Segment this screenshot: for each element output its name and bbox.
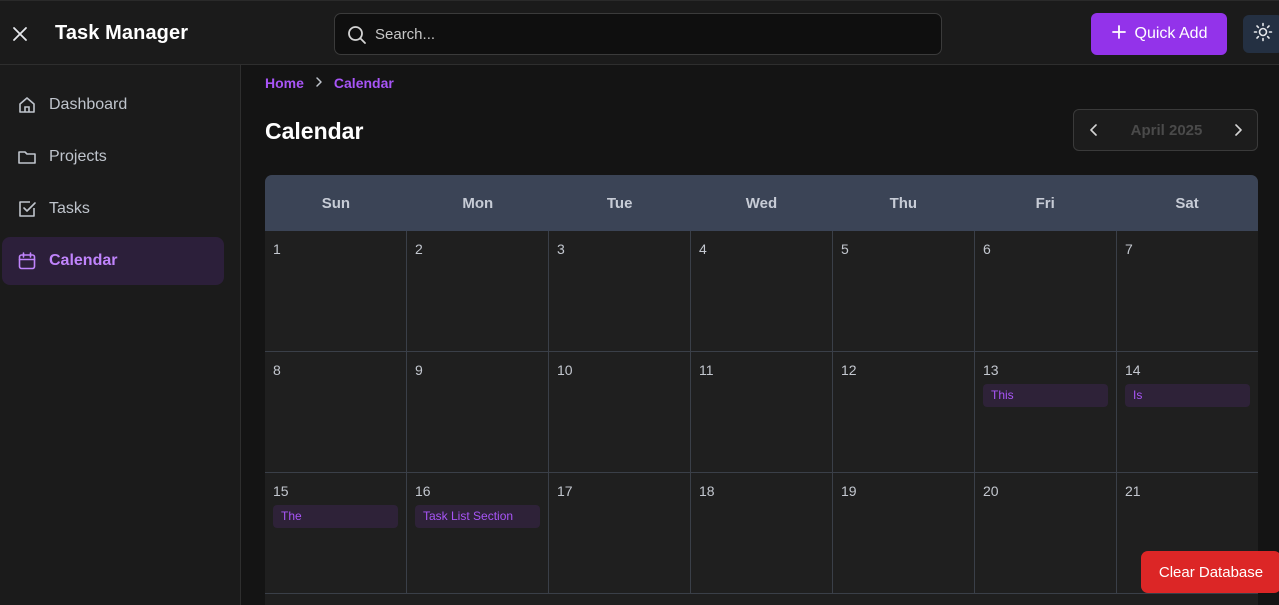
search-icon (346, 24, 368, 46)
close-icon[interactable] (8, 22, 32, 46)
day-number: 17 (557, 483, 573, 499)
day-cell[interactable]: 11 (691, 352, 833, 473)
app-title: Task Manager (55, 22, 189, 44)
weekday-label: Mon (462, 194, 494, 212)
weekday-label: Thu (889, 194, 918, 212)
day-number: 2 (415, 241, 423, 257)
day-number: 21 (1125, 483, 1141, 499)
month-navigator: April 2025 (1073, 109, 1258, 151)
task-chip[interactable]: The (273, 505, 398, 528)
day-number: 14 (1125, 362, 1141, 378)
day-cell[interactable]: 5 (833, 231, 975, 352)
task-chip[interactable]: This (983, 384, 1108, 407)
quick-add-label: Quick Add (1134, 25, 1208, 42)
folder-icon (17, 147, 37, 167)
sidebar: Dashboard Projects Tasks Calendar (0, 65, 241, 605)
plus-icon (1111, 24, 1127, 45)
weekday-label: Wed (745, 194, 778, 212)
day-cell[interactable]: 9 (407, 352, 549, 473)
weekday-label: Sat (1175, 194, 1199, 212)
month-label: April 2025 (1130, 122, 1203, 139)
search-input[interactable] (375, 14, 935, 54)
search-box (334, 13, 942, 55)
day-cell[interactable]: 19 (833, 473, 975, 594)
day-number: 9 (415, 362, 423, 378)
sidebar-item-label: Tasks (49, 200, 90, 217)
day-cell[interactable]: 15 The (265, 473, 407, 594)
breadcrumb-calendar[interactable]: Calendar (334, 75, 394, 91)
task-chip[interactable]: Is (1125, 384, 1250, 407)
day-number: 20 (983, 483, 999, 499)
calendar-grid: Sun Mon Tue Wed Thu Fri Sat 1 2 3 4 5 6 7 8 9 10 1… (265, 175, 1258, 605)
sidebar-item-calendar[interactable]: Calendar (2, 237, 224, 285)
day-cell[interactable]: 20 (975, 473, 1117, 594)
chevron-right-icon (314, 75, 324, 91)
day-cell[interactable]: 10 (549, 352, 691, 473)
home-icon (17, 95, 37, 115)
clear-database-button[interactable]: Clear Database (1141, 551, 1279, 593)
day-number: 6 (983, 241, 991, 257)
day-cell[interactable]: 2 (407, 231, 549, 352)
day-cell[interactable]: 3 (549, 231, 691, 352)
day-number: 5 (841, 241, 849, 257)
day-number: 11 (699, 362, 714, 378)
page-title: Calendar (265, 118, 364, 144)
weekday-label: Sun (321, 194, 351, 212)
weekday-label: Fri (1035, 194, 1055, 212)
breadcrumb-home[interactable]: Home (265, 75, 304, 91)
sun-icon (1253, 22, 1273, 47)
day-number: 8 (273, 362, 281, 378)
day-number: 18 (699, 483, 715, 499)
day-cell[interactable]: 18 (691, 473, 833, 594)
day-number: 16 (415, 483, 431, 499)
sidebar-item-dashboard[interactable]: Dashboard (2, 81, 224, 129)
day-cell[interactable]: 16 Task List Section (407, 473, 549, 594)
day-cell[interactable]: 4 (691, 231, 833, 352)
day-number: 3 (557, 241, 565, 257)
quick-add-button[interactable]: Quick Add (1091, 13, 1227, 55)
day-cell[interactable]: 13 This (975, 352, 1117, 473)
day-cell[interactable]: 17 (549, 473, 691, 594)
day-number: 4 (699, 241, 707, 257)
day-number: 12 (841, 362, 857, 378)
sidebar-item-projects[interactable]: Projects (2, 133, 224, 181)
day-number: 15 (273, 483, 289, 499)
day-cell[interactable]: 7 (1117, 231, 1258, 352)
day-number: 19 (841, 483, 857, 499)
theme-toggle-button[interactable] (1243, 15, 1279, 53)
chevron-left-icon[interactable] (1084, 120, 1104, 140)
day-number: 7 (1125, 241, 1133, 257)
day-cell[interactable]: 14 Is (1117, 352, 1258, 473)
breadcrumb: Home Calendar (265, 75, 394, 91)
day-cell[interactable]: 6 (975, 231, 1117, 352)
day-cell[interactable]: 8 (265, 352, 407, 473)
sidebar-item-tasks[interactable]: Tasks (2, 185, 224, 233)
sidebar-item-label: Projects (49, 148, 107, 165)
task-chip[interactable]: Task List Section (415, 505, 540, 528)
day-number: 13 (983, 362, 999, 378)
top-bar: Task Manager Quick Add (0, 0, 1279, 65)
weekday-header: Sun Mon Tue Wed Thu Fri Sat (265, 175, 1258, 231)
chevron-right-icon[interactable] (1228, 120, 1248, 140)
sidebar-item-label: Calendar (49, 252, 118, 269)
sidebar-item-label: Dashboard (49, 96, 128, 113)
calendar-icon (17, 251, 37, 271)
checkbox-icon (17, 199, 37, 219)
day-number: 10 (557, 362, 573, 378)
day-number: 1 (273, 241, 281, 257)
day-cell[interactable]: 12 (833, 352, 975, 473)
weekday-label: Tue (606, 194, 633, 212)
day-cell[interactable]: 1 (265, 231, 407, 352)
